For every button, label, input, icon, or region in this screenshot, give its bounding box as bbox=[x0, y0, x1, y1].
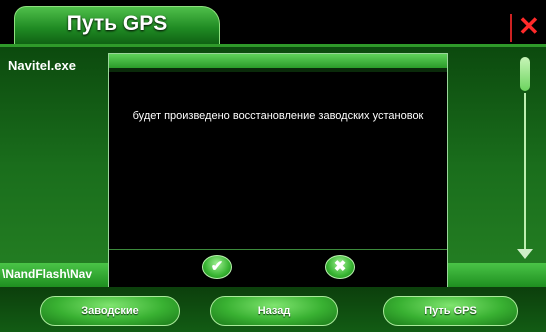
dialog-header-shadow bbox=[109, 68, 447, 72]
gps-path-button[interactable]: Путь GPS bbox=[383, 296, 518, 326]
page-title: Путь GPS bbox=[66, 12, 168, 35]
ok-button[interactable]: ✔ bbox=[202, 255, 232, 279]
path-text: \NandFlash\Nav bbox=[2, 267, 93, 281]
close-separator bbox=[510, 14, 512, 42]
arrow-down-icon[interactable] bbox=[517, 249, 533, 259]
confirm-dialog: будет произведено восстановление заводск… bbox=[108, 53, 448, 288]
scroll-thumb[interactable] bbox=[520, 57, 530, 91]
factory-reset-button[interactable]: Заводские bbox=[40, 296, 180, 326]
dialog-message: будет произведено восстановление заводск… bbox=[132, 110, 424, 122]
cross-icon: ✖ bbox=[333, 258, 347, 275]
list-item[interactable]: Navitel.exe bbox=[8, 58, 76, 73]
close-button[interactable]: ✕ bbox=[504, 10, 544, 44]
dialog-header bbox=[109, 54, 447, 68]
check-icon: ✔ bbox=[210, 258, 224, 275]
dialog-divider bbox=[109, 249, 447, 250]
scrollbar[interactable] bbox=[514, 55, 536, 265]
scroll-track-line bbox=[524, 93, 526, 253]
back-button[interactable]: Назад bbox=[210, 296, 338, 326]
close-icon: ✕ bbox=[518, 11, 540, 41]
cancel-button[interactable]: ✖ bbox=[325, 255, 355, 279]
